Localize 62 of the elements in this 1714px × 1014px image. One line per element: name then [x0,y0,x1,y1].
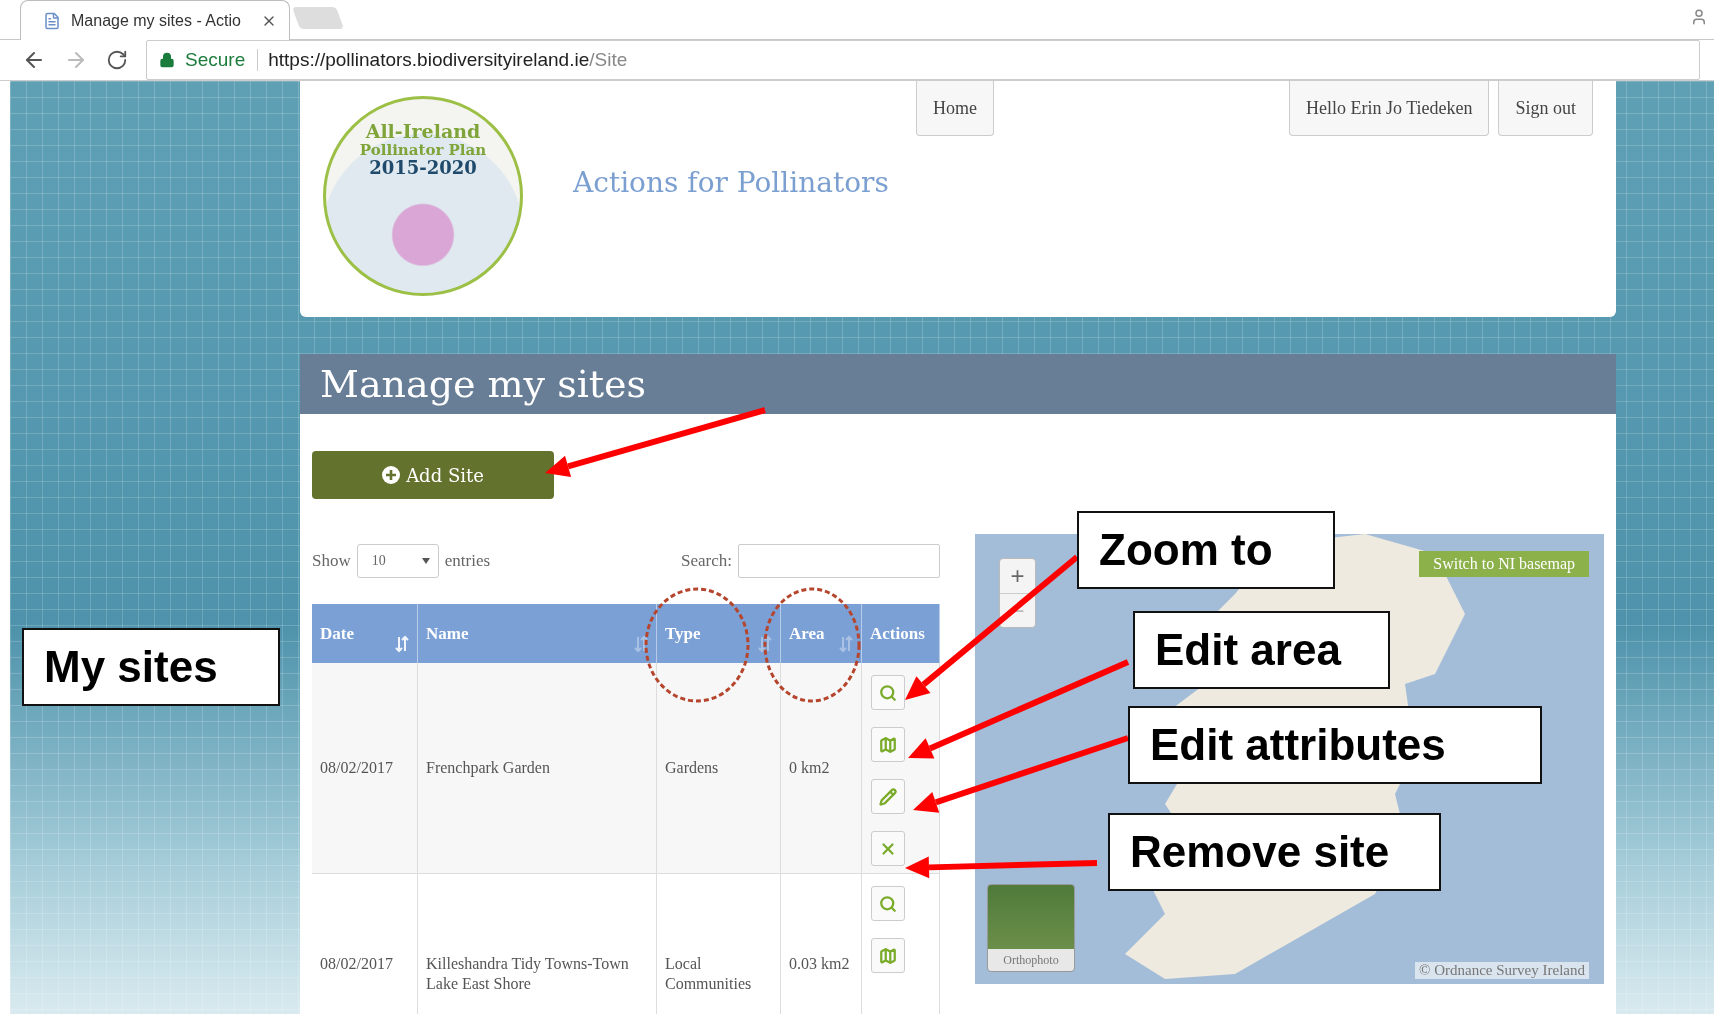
search-label: Search: [681,551,732,571]
edit-area-button[interactable] [871,727,905,762]
page-icon [43,11,61,30]
search-field[interactable] [738,544,940,578]
column-header[interactable]: Type [657,604,781,663]
column-header[interactable]: Area [781,604,862,663]
page-title: Manage my sites [320,362,647,406]
table-cell-text: 08/02/2017 [320,758,394,778]
orthophoto-button[interactable]: Orthophoto [987,884,1075,972]
zoom-to-button[interactable] [871,675,905,710]
callout-label: Edit attributes [1128,706,1542,784]
edit-area-button[interactable] [871,938,905,973]
logo-text: All-Ireland [365,121,481,142]
pencil-icon [879,787,897,806]
remove-site-button[interactable] [871,831,905,866]
sort-icon [395,635,409,653]
tab-title: Manage my sites - Actio [71,11,242,30]
callout-label: Zoom to [1077,511,1335,589]
table-cell-text: 0.03 km2 [789,954,851,974]
callout-label: Edit area [1133,611,1390,689]
show-label: Show [312,551,351,571]
table-cell-text: 0 km2 [789,758,831,778]
table-cell-text: Frenchpark Garden [426,758,551,778]
table-cell-text: Killeshandra Tidy Towns-Town Lake East Shore [426,954,630,994]
table-cell-text: Local Communities [665,954,753,994]
caret-icon [421,558,430,564]
search-icon [879,894,897,913]
zoom-to-button[interactable] [871,886,905,921]
column-header[interactable]: Date [312,604,418,663]
map-attribution: © Ordnance Survey Ireland [1415,962,1589,979]
nav-button[interactable]: Home [916,81,994,136]
site-title: Actions for Pollinators [573,166,889,199]
column-header[interactable]: Name [418,604,657,663]
add-site-button[interactable]: Add Site [312,451,554,499]
map-icon [879,735,897,754]
callout-label: Remove site [1108,813,1441,891]
callout-label: My sites [22,628,280,706]
column-header[interactable]: Actions [862,604,940,663]
user-icon[interactable] [1690,8,1708,26]
plus-circle-icon [382,466,401,484]
map-icon [879,946,897,965]
url-text: https://pollinators.biodiversityireland.ie/Site [268,49,628,71]
table-cell-text: Gardens [665,758,720,778]
address-bar[interactable]: Secure https://pollinators.biodiversityireland.ie/Site [146,40,1700,80]
secure-label: Secure [185,49,259,71]
entries-label: entries [444,551,491,571]
nav-button[interactable]: Sign out [1498,81,1593,136]
logo-text: 2015-2020 [369,158,477,179]
sort-icon [758,635,772,653]
zoom-in-button[interactable]: + [1000,559,1035,593]
reload-icon[interactable] [106,49,128,71]
edit-attributes-button[interactable] [871,779,905,814]
logo-text: Pollinator Plan [359,141,487,159]
sort-icon [634,635,648,653]
nav-button[interactable]: Hello Erin Jo Tiedeken [1289,81,1490,136]
lock-icon [159,52,175,68]
sort-icon [839,635,853,653]
new-tab-button[interactable] [292,7,344,29]
search-icon [879,683,897,702]
table-cell-text: 08/02/2017 [320,954,394,974]
page-size-select[interactable]: 10 [356,544,439,578]
browser-tab[interactable]: Manage my sites - Actio [20,0,290,40]
